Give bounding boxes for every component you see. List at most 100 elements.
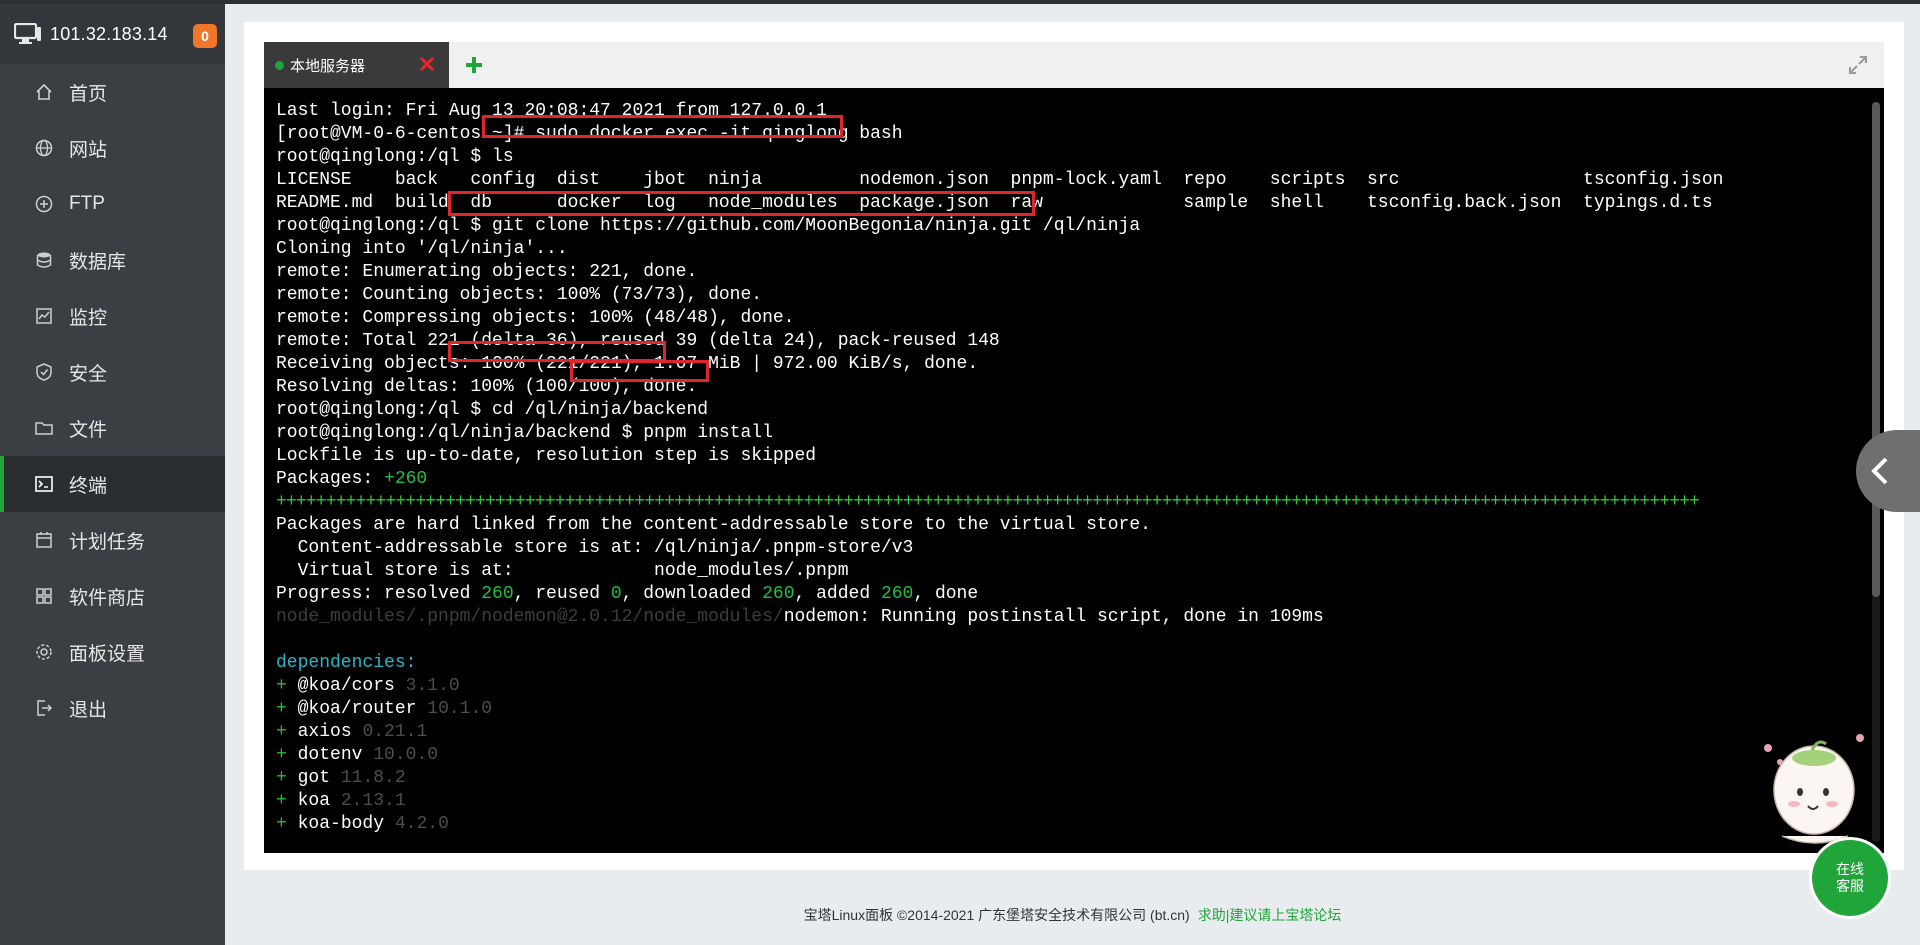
close-icon[interactable] <box>417 54 437 74</box>
terminal-line: README.md build db docker log node_modul… <box>276 192 1723 215</box>
fullscreen-icon[interactable] <box>1848 55 1868 75</box>
terminal-line: remote: Counting objects: 100% (73/73), … <box>276 284 1723 307</box>
terminal-text: 10.1.0 <box>427 699 493 719</box>
terminal-text: Cloning into '/ql/ninja'... <box>276 239 568 259</box>
terminal-text: koa-body <box>297 814 385 834</box>
sidebar-item-label: 数据库 <box>69 251 127 273</box>
main-panel: 本地服务器 Last login: Fri Aug 13 20:08:47 20… <box>244 22 1904 870</box>
sidebar-item-label: 软件商店 <box>69 587 146 609</box>
footer: 宝塔Linux面板 ©2014-2021 广东堡塔安全技术有限公司 (bt.cn… <box>225 884 1920 945</box>
footer-forum-link[interactable]: 求助|建议请上宝塔论坛 <box>1198 905 1342 925</box>
alert-badge[interactable]: 0 <box>193 24 217 48</box>
sidebar-nav: 首页网站 FTP 数据库监控安全文件终端计划任务软件商店面板设置退出 <box>0 64 225 736</box>
ftp-icon <box>33 193 55 215</box>
terminal-icon <box>33 473 55 495</box>
terminal-text: dotenv <box>297 745 363 765</box>
sidebar-item-9[interactable]: 计划任务 <box>0 512 225 568</box>
terminal-text: got <box>297 768 331 788</box>
terminal-dependency: + koa-body 4.2.0 <box>276 813 1723 836</box>
sidebar-item-label: 终端 <box>69 475 108 497</box>
terminal-text: Lockfile is up-to-date, resolution step … <box>276 446 817 466</box>
plus-marker: + <box>276 768 287 788</box>
terminal-text: 2.13.1 <box>340 791 406 811</box>
terminal-text: , reused <box>513 584 611 604</box>
globe-icon <box>33 137 55 159</box>
terminal-text: root@qinglong:/ql $ ls <box>276 147 514 167</box>
tab-local-server[interactable]: 本地服务器 <box>264 42 449 88</box>
sidebar-item-8[interactable]: 终端 <box>0 456 225 512</box>
terminal-line: Receiving objects: 100% (221/221), 1.07 … <box>276 353 1723 376</box>
folder-icon <box>33 417 55 439</box>
plus-marker: + <box>276 699 287 719</box>
gear-icon <box>33 641 55 663</box>
terminal-text: remote: Enumerating objects: 221, done. <box>276 262 698 282</box>
terminal-dependency: + axios 0.21.1 <box>276 721 1723 744</box>
terminal-line: Lockfile is up-to-date, resolution step … <box>276 445 1723 468</box>
terminal-progress-bar: ++++++++++++++++++++++++++++++++++++++++… <box>276 491 1723 514</box>
terminal-line: Last login: Fri Aug 13 20:08:47 2021 fro… <box>276 100 1723 123</box>
server-ip: 101.32.183.14 <box>50 23 168 44</box>
terminal-text: LICENSE back config dist jbot ninja node… <box>276 170 1724 190</box>
terminal-text: 4.2.0 <box>394 814 449 834</box>
logout-icon <box>33 697 55 719</box>
sidebar-item-11[interactable]: 面板设置 <box>0 624 225 680</box>
mascot-image <box>1764 734 1864 844</box>
add-tab-icon[interactable] <box>464 55 484 75</box>
sidebar-item-1[interactable]: 首页 <box>0 64 225 120</box>
terminal-line: Cloning into '/ql/ninja'... <box>276 238 1723 261</box>
terminal-text: +260 <box>384 469 428 489</box>
terminal-deps-header: dependencies: <box>276 652 1723 675</box>
grid-icon <box>33 585 55 607</box>
terminal-text: 260 <box>762 584 795 604</box>
terminal-text: Resolving deltas: 100% (100/100), done. <box>276 377 698 397</box>
sidebar-item-12[interactable]: 退出 <box>0 680 225 736</box>
terminal-text: root@qinglong:/ql/ninja/backend $ pnpm i… <box>276 423 773 443</box>
terminal-text: @koa/cors <box>297 676 395 696</box>
terminal-text: 0.21.1 <box>362 722 428 742</box>
sidebar-item-2[interactable]: 网站 <box>0 120 225 176</box>
terminal-text: Virtual store is at: node_modules/.pnpm <box>276 561 849 581</box>
sidebar-item-10[interactable]: 软件商店 <box>0 568 225 624</box>
plus-marker: + <box>276 745 287 765</box>
terminal-dependency: + koa 2.13.1 <box>276 790 1723 813</box>
terminal-line: Packages are hard linked from the conten… <box>276 514 1723 537</box>
terminal-line: root@qinglong:/ql $ ls <box>276 146 1723 169</box>
sidebar-item-label: 监控 <box>69 307 108 329</box>
terminal-line: LICENSE back config dist jbot ninja node… <box>276 169 1723 192</box>
terminal-text: [root@VM-0-6-centos ~]# sudo docker exec… <box>276 124 903 144</box>
terminal-text: , added <box>794 584 881 604</box>
terminal-text: remote: Compressing objects: 100% (48/48… <box>276 308 795 328</box>
sidebar-item-label: 首页 <box>69 83 108 105</box>
calendar-icon <box>33 529 55 551</box>
sidebar-item-6[interactable]: 安全 <box>0 344 225 400</box>
plus-marker: + <box>276 814 287 834</box>
database-icon <box>33 249 55 271</box>
sidebar: 101.32.183.14 0 首页网站 FTP 数据库监控安全文件终端计划任务软件… <box>0 4 225 945</box>
terminal-text: @koa/router <box>297 699 417 719</box>
sidebar-header: 101.32.183.14 0 <box>0 4 225 64</box>
monitor-icon <box>14 23 41 44</box>
sidebar-item-label: 文件 <box>69 419 108 441</box>
sidebar-item-label: 面板设置 <box>69 643 146 665</box>
terminal-line: remote: Compressing objects: 100% (48/48… <box>276 307 1723 330</box>
scroll-thumb[interactable] <box>1872 102 1880 597</box>
terminal-text: Last login: Fri Aug 13 20:08:47 2021 fro… <box>276 101 827 121</box>
terminal-line: remote: Enumerating objects: 221, done. <box>276 261 1723 284</box>
terminal-text: Progress: resolved <box>276 584 482 604</box>
plus-marker: + <box>276 676 287 696</box>
monitor-chart-icon <box>33 305 55 327</box>
terminal-tab-bar: 本地服务器 <box>264 42 1884 89</box>
sidebar-item-5[interactable]: 监控 <box>0 288 225 344</box>
sidebar-item-label: 网站 <box>69 139 108 161</box>
terminal-line: Content-addressable store is at: /ql/nin… <box>276 537 1723 560</box>
sidebar-item-4[interactable]: 数据库 <box>0 232 225 288</box>
sidebar-item-7[interactable]: 文件 <box>0 400 225 456</box>
sidebar-item-3[interactable]: FTP <box>0 176 225 232</box>
terminal-text: Packages are hard linked from the conten… <box>276 515 1151 535</box>
terminal-text: , downloaded <box>621 584 763 604</box>
terminal-text: Packages: <box>276 469 385 489</box>
terminal-screen[interactable]: Last login: Fri Aug 13 20:08:47 2021 fro… <box>264 88 1884 853</box>
terminal-text: , done <box>913 584 979 604</box>
plus-marker: + <box>276 722 287 742</box>
